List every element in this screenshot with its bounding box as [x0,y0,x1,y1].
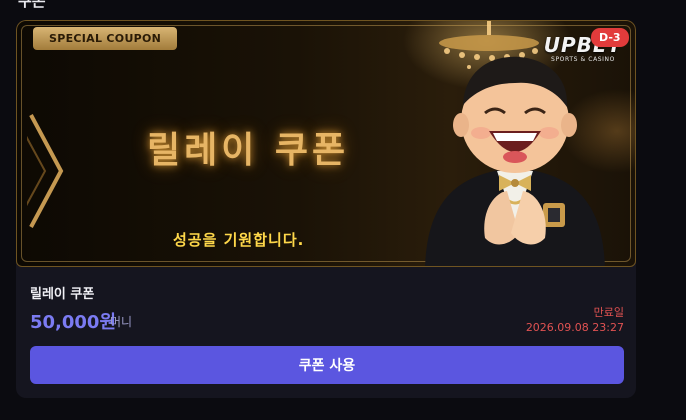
coupon-amount: 50,000원 [30,312,117,333]
coupon-banner: SPECIAL COUPON 릴레이 쿠폰 성공을 기원합니다. UPBET S… [16,20,636,267]
mascot-image [425,56,605,266]
chevron-right-icon [27,114,64,228]
coupon-amount-unit: 머니 [110,315,133,329]
expiry-date: 2026.09.08 23:27 [525,321,624,334]
dday-badge: D-3 [591,28,629,47]
special-coupon-badge: SPECIAL COUPON [33,27,178,50]
expiry-label: 만료일 [593,306,624,319]
banner-subtitle: 성공을 기원합니다. [173,231,305,249]
coupon-card: SPECIAL COUPON 릴레이 쿠폰 성공을 기원합니다. UPBET S… [16,20,636,398]
coupon-name: 릴레이 쿠폰 [30,287,95,302]
use-coupon-button[interactable]: 쿠폰 사용 [30,346,624,384]
logo-subtitle: SPORTS & CASINO [551,56,615,63]
banner-title: 릴레이 쿠폰 [147,130,350,171]
page-title: 쿠폰 [18,0,46,10]
